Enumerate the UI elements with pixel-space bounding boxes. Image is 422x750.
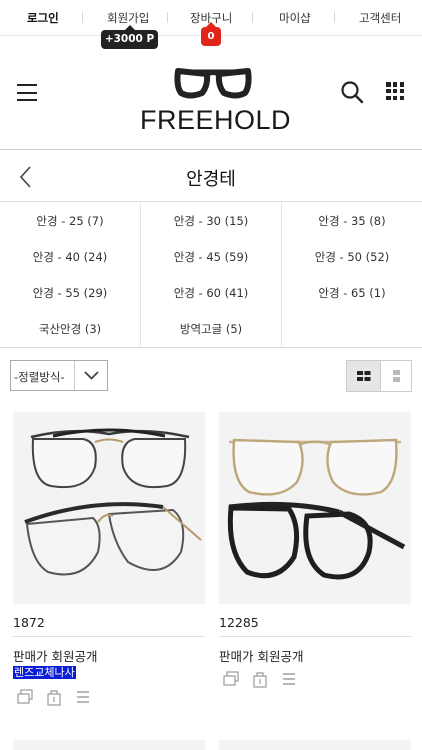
apps-grid-icon[interactable] <box>386 82 404 100</box>
grid-view-button[interactable] <box>347 361 380 391</box>
glasses-image <box>24 428 202 576</box>
category-link[interactable]: 안경 - 25 (7) <box>0 203 140 239</box>
glasses-logo-icon <box>174 68 252 99</box>
category-link[interactable]: 국산안경 (3) <box>0 311 140 347</box>
compare-icon[interactable] <box>222 670 240 688</box>
cart-count-badge: 0 <box>201 22 221 46</box>
customer-center-link[interactable]: 고객센터 <box>359 10 401 26</box>
logo[interactable]: FREEHOLD <box>140 66 291 135</box>
signup-link[interactable]: 회원가입 <box>107 10 149 26</box>
sort-select[interactable]: -정렬방식- <box>10 360 108 391</box>
category-link[interactable]: 안경 - 40 (24) <box>0 239 140 275</box>
list-icon[interactable] <box>74 688 92 706</box>
category-grid: 안경 - 25 (7) 안경 - 30 (15) 안경 - 35 (8) 안경 … <box>0 203 422 348</box>
product-name[interactable]: 12285 <box>219 615 259 630</box>
product-actions <box>13 688 103 708</box>
category-link[interactable]: 안경 - 45 (59) <box>141 239 281 275</box>
myshop-link[interactable]: 마이샵 <box>279 10 311 26</box>
product-name[interactable]: 1872 <box>13 615 45 630</box>
list-icon[interactable] <box>280 670 298 688</box>
category-link[interactable]: 안경 - 30 (15) <box>141 203 281 239</box>
category-link[interactable]: 방역고글 (5) <box>141 311 281 347</box>
page-title: 안경테 <box>186 169 236 190</box>
divider <box>334 12 335 23</box>
login-link[interactable]: 로그인 <box>27 10 59 26</box>
view-toggle <box>346 360 412 392</box>
product-tag: 렌즈교체나사 <box>13 666 76 679</box>
logo-text: FREEHOLD <box>140 105 292 135</box>
product-actions <box>219 670 309 690</box>
product-card[interactable] <box>13 740 205 750</box>
divider <box>167 12 168 23</box>
shopping-bag-icon[interactable] <box>45 688 63 706</box>
shopping-bag-icon[interactable] <box>251 670 269 688</box>
sort-dropdown-button[interactable] <box>74 361 107 390</box>
menu-icon[interactable] <box>17 84 37 101</box>
product-image[interactable] <box>219 412 411 604</box>
page-title-bar: 안경테 <box>0 152 422 202</box>
category-link[interactable]: 안경 - 65 (1) <box>282 275 422 311</box>
glasses-image <box>227 438 406 580</box>
site-header: FREEHOLD <box>0 50 422 150</box>
divider <box>252 12 253 23</box>
signup-point-badge: +3000 P <box>101 25 158 49</box>
sort-label: -정렬방식- <box>14 370 65 384</box>
divider <box>82 12 83 23</box>
product-image[interactable] <box>13 412 205 604</box>
category-link[interactable]: 안경 - 55 (29) <box>0 275 140 311</box>
product-price: 판매가 회원공개 <box>13 649 98 664</box>
compare-icon[interactable] <box>16 688 34 706</box>
list-view-icon <box>393 370 400 382</box>
list-view-button[interactable] <box>380 361 411 391</box>
category-link[interactable]: 안경 - 60 (41) <box>141 275 281 311</box>
divider <box>219 636 411 637</box>
chevron-down-icon <box>84 371 99 380</box>
product-price: 판매가 회원공개 <box>219 649 304 664</box>
divider <box>13 636 205 637</box>
search-icon[interactable] <box>340 80 364 104</box>
category-link[interactable]: 안경 - 35 (8) <box>282 203 422 239</box>
category-link[interactable]: 안경 - 50 (52) <box>282 239 422 275</box>
product-card[interactable] <box>219 740 411 750</box>
grid-view-icon <box>357 371 371 381</box>
